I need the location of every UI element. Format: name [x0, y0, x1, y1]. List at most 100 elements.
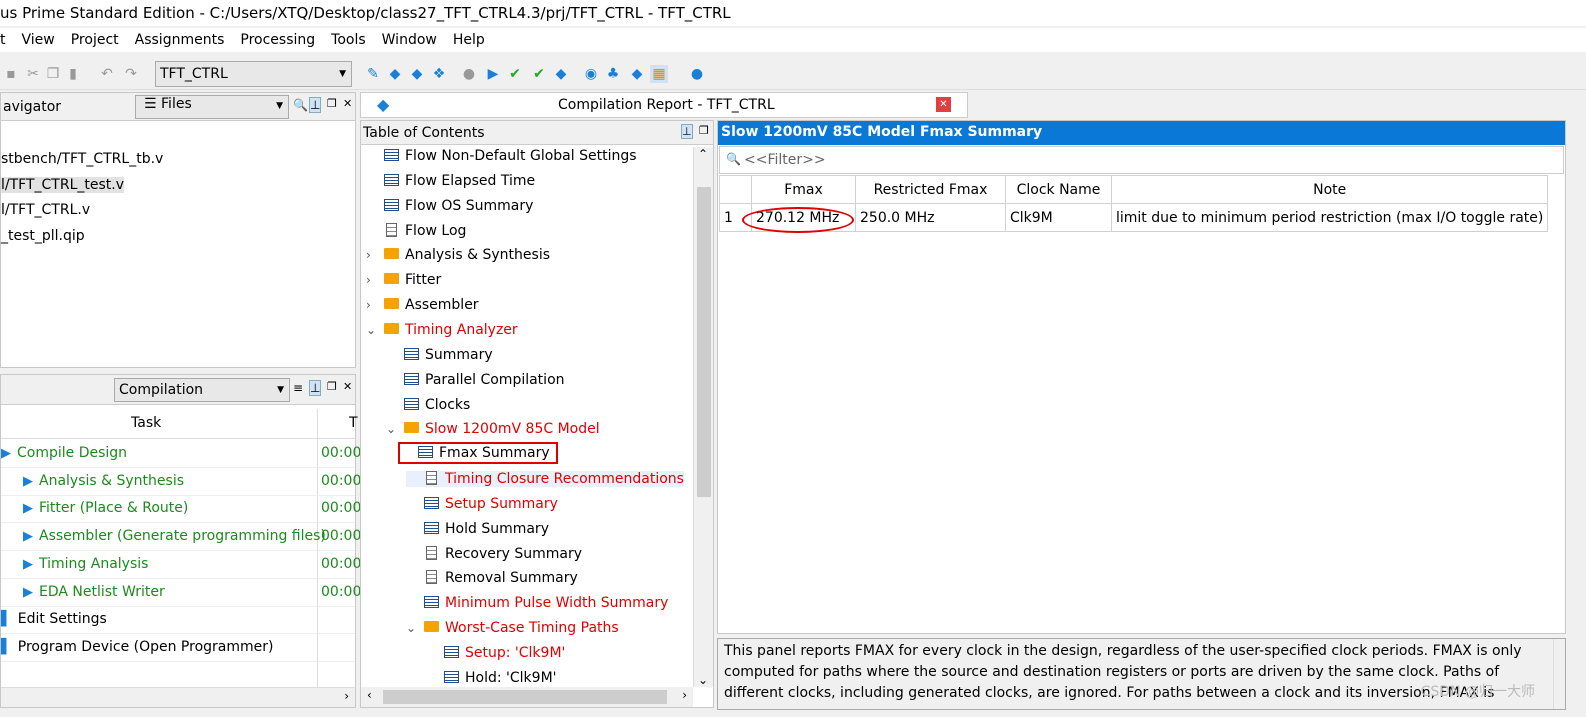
task-row[interactable]: ▌ Program Device (Open Programmer) — [1, 635, 355, 662]
task-row[interactable]: ▶ EDA Netlist Writer 00:00 — [1, 580, 361, 607]
project-select[interactable]: TFT_CTRL ▼ — [155, 61, 352, 87]
column-header[interactable]: Note — [1110, 175, 1549, 204]
float-icon[interactable]: ❐ — [327, 97, 337, 110]
horizontal-scrollbar[interactable]: › — [1, 687, 355, 707]
toc-item[interactable]: Minimum Pulse Width Summary — [406, 595, 668, 611]
chevron-down-icon[interactable]: ⌄ — [386, 422, 404, 436]
menu-item[interactable]: Project — [63, 28, 127, 52]
pin-icon[interactable]: ⊥ — [309, 380, 322, 396]
menu-icon[interactable]: ≡ — [293, 381, 303, 395]
close-icon[interactable]: ✕ — [343, 380, 352, 393]
play-icon[interactable]: ▶ — [23, 529, 33, 544]
fitter-icon[interactable]: ◆ — [408, 65, 426, 83]
analysis-icon[interactable]: ◆ — [386, 65, 404, 83]
chevron-right-icon[interactable]: › — [366, 273, 384, 287]
play-icon[interactable]: ▶ — [23, 474, 33, 489]
column-header[interactable] — [719, 175, 752, 204]
close-icon[interactable]: ✕ — [936, 97, 951, 112]
report-tab[interactable]: ◆ Compilation Report - TFT_CTRL ✕ — [360, 92, 968, 118]
pin-icon[interactable]: ⊥ — [309, 97, 322, 113]
toc-item[interactable]: ⌄ Slow 1200mV 85C Model — [386, 421, 600, 437]
check-run-icon[interactable]: ✔ — [530, 65, 548, 83]
undo-icon[interactable]: ↶ — [98, 65, 116, 83]
tasks-flow-select[interactable]: Compilation ▼ — [114, 378, 290, 402]
menu-item[interactable]: View — [14, 28, 63, 52]
assembler-icon[interactable]: ❖ — [430, 65, 448, 83]
toc-item[interactable]: Flow Non-Default Global Settings — [366, 148, 637, 164]
toc-item[interactable]: Hold Summary — [406, 521, 549, 537]
toc-item[interactable]: Clocks — [386, 397, 470, 413]
filter-input[interactable]: 🔍 <<Filter>> — [719, 146, 1564, 174]
toc-item[interactable]: Timing Closure Recommendations — [406, 471, 684, 488]
play-icon[interactable]: ▶ — [23, 501, 33, 516]
float-icon[interactable]: ❐ — [699, 124, 709, 137]
file-item[interactable]: l/TFT_CTRL.v — [1, 202, 90, 218]
menu-item[interactable]: Assignments — [127, 28, 233, 52]
toc-item[interactable]: Flow Elapsed Time — [366, 173, 535, 189]
toc-item[interactable]: Removal Summary — [406, 570, 578, 586]
menu-item[interactable]: Help — [445, 28, 493, 52]
task-row[interactable]: ▶ Timing Analysis 00:00 — [1, 552, 361, 579]
programmer-icon[interactable]: ◆ — [628, 65, 646, 83]
navigator-view-select[interactable]: ☰ Files ▼ — [135, 95, 289, 119]
toc-item[interactable]: › Assembler — [366, 297, 479, 313]
menu-item[interactable]: Tools — [323, 28, 374, 52]
task-row[interactable]: ▌ Edit Settings — [1, 607, 355, 635]
float-icon[interactable]: ❐ — [327, 380, 337, 393]
task-row[interactable]: ▶ Assembler (Generate programming files) 0… — [1, 524, 361, 552]
timing-icon[interactable]: ◉ — [582, 65, 600, 83]
toc-item[interactable]: › Fitter — [366, 272, 441, 288]
chevron-right-icon[interactable]: › — [366, 298, 384, 312]
toc-item[interactable]: › Analysis & Synthesis — [366, 247, 550, 263]
play-icon[interactable]: ▶ — [23, 557, 33, 572]
help-chat-icon[interactable]: ● — [688, 65, 706, 83]
play-icon[interactable]: ▶ — [484, 65, 502, 83]
toc-item[interactable]: Fmax Summary — [398, 442, 558, 465]
menu-item[interactable]: Processing — [232, 28, 323, 52]
report-icon[interactable]: ◆ — [552, 65, 570, 83]
edit-icon[interactable]: ✎ — [364, 65, 382, 83]
column-header[interactable]: Fmax — [751, 175, 856, 204]
chevron-right-icon[interactable]: › — [366, 248, 384, 262]
column-header[interactable]: Restricted Fmax — [855, 175, 1006, 204]
toc-item[interactable]: Flow Log — [366, 222, 466, 239]
play-icon[interactable]: ▶ — [1, 446, 11, 461]
toc-item[interactable]: Parallel Compilation — [386, 372, 565, 388]
copy-icon[interactable]: ❐ — [44, 65, 62, 83]
task-row[interactable]: ▶ Analysis & Synthesis 00:00 — [1, 469, 361, 496]
task-row[interactable]: ▶ Compile Design 00:00 — [1, 441, 361, 468]
stop-icon[interactable]: ● — [460, 65, 478, 83]
description-scrollbar[interactable] — [1553, 639, 1565, 709]
pin-icon[interactable]: ⊥ — [681, 124, 693, 139]
check-icon[interactable]: ✔ — [506, 65, 524, 83]
chevron-down-icon[interactable]: ⌄ — [366, 323, 384, 337]
toc-item[interactable]: Hold: 'Clk9M' — [426, 670, 557, 686]
save-icon[interactable]: ▪ — [2, 65, 20, 83]
toc-horizontal-scrollbar[interactable]: ‹ › — [361, 687, 693, 707]
toc-item[interactable]: ⌄ Worst-Case Timing Paths — [406, 620, 619, 636]
toc-vertical-scrollbar[interactable]: ⌃ ⌄ — [693, 147, 713, 687]
menu-item[interactable]: Window — [374, 28, 445, 52]
menu-item[interactable]: t — [0, 28, 14, 52]
toc-item[interactable]: Setup Summary — [406, 496, 558, 512]
toc-item[interactable]: Summary — [386, 347, 493, 363]
task-row[interactable]: ▶ Fitter (Place & Route) 00:00 — [1, 496, 361, 524]
file-item[interactable]: stbench/TFT_CTRL_tb.v — [1, 151, 163, 167]
netlist-icon[interactable]: ♣ — [604, 65, 622, 83]
toc-item[interactable]: Flow OS Summary — [366, 198, 533, 214]
search-icon[interactable]: 🔍 — [293, 98, 308, 112]
toc-item[interactable]: Recovery Summary — [406, 545, 582, 562]
play-icon[interactable]: ▶ — [23, 585, 33, 600]
cut-icon[interactable]: ✂ — [24, 65, 42, 83]
table-icon — [418, 446, 433, 459]
column-header[interactable]: Clock Name — [1005, 175, 1112, 204]
chip-planner-icon[interactable]: ▦ — [650, 65, 668, 83]
toc-item[interactable]: ⌄ Timing Analyzer — [366, 322, 518, 338]
file-item[interactable]: l/TFT_CTRL_test.v — [1, 176, 124, 193]
close-icon[interactable]: ✕ — [343, 97, 352, 110]
paste-icon[interactable]: ▮ — [64, 65, 82, 83]
file-item[interactable]: _test_pll.qip — [1, 228, 85, 244]
chevron-down-icon[interactable]: ⌄ — [406, 621, 424, 635]
redo-icon[interactable]: ↷ — [122, 65, 140, 83]
toc-item[interactable]: Setup: 'Clk9M' — [426, 645, 565, 661]
